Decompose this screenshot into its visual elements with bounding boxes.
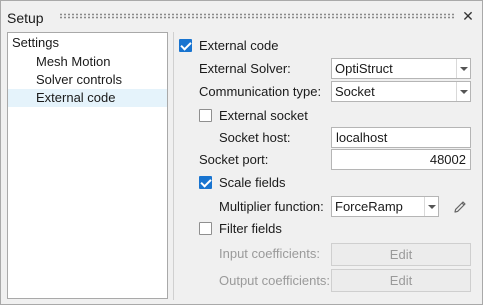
tree-item-solver-controls[interactable]: Solver controls	[8, 71, 167, 89]
tree-item-external-code[interactable]: External code	[8, 89, 167, 107]
filter-fields-row[interactable]: Filter fields	[199, 220, 359, 240]
window-title: Setup	[7, 10, 44, 26]
external-socket-label: External socket	[219, 108, 308, 123]
multiplier-function-label: Multiplier function:	[219, 199, 324, 214]
multiplier-function-select[interactable]: ForceRamp	[331, 196, 439, 217]
external-code-row[interactable]: External code	[179, 38, 379, 58]
title-bar[interactable]: Setup ✕	[1, 1, 482, 31]
panel-splitter[interactable]	[173, 32, 174, 300]
external-socket-checkbox[interactable]	[199, 109, 212, 122]
filter-fields-label: Filter fields	[219, 221, 282, 236]
tree-item-mesh-motion[interactable]: Mesh Motion	[8, 53, 167, 71]
external-solver-label: External Solver:	[199, 61, 291, 76]
communication-type-select[interactable]: Socket	[331, 81, 471, 102]
scale-fields-row[interactable]: Scale fields	[199, 174, 359, 194]
external-code-label: External code	[199, 38, 279, 53]
drag-handle[interactable]	[59, 13, 456, 19]
multiplier-function-value: ForceRamp	[335, 199, 403, 214]
chevron-down-icon[interactable]	[424, 197, 438, 216]
filter-fields-checkbox[interactable]	[199, 222, 212, 235]
input-coefficients-label: Input coefficients:	[219, 246, 320, 261]
communication-type-label: Communication type:	[199, 84, 322, 99]
socket-port-label: Socket port:	[199, 152, 269, 167]
output-coefficients-label: Output coefficients:	[219, 273, 331, 288]
settings-tree: Settings Mesh Motion Solver controls Ext…	[7, 32, 168, 299]
setup-dialog: Setup ✕ Settings Mesh Motion Solver cont…	[0, 0, 483, 305]
socket-host-input[interactable]: localhost	[331, 127, 471, 148]
tree-header[interactable]: Settings	[8, 33, 167, 53]
scale-fields-label: Scale fields	[219, 175, 286, 190]
external-socket-row[interactable]: External socket	[199, 107, 359, 127]
communication-type-value: Socket	[335, 84, 375, 99]
output-coefficients-edit-button[interactable]: Edit	[331, 269, 471, 292]
external-solver-select[interactable]: OptiStruct	[331, 58, 471, 79]
socket-host-label: Socket host:	[219, 130, 291, 145]
chevron-down-icon[interactable]	[456, 82, 470, 101]
close-icon[interactable]: ✕	[460, 8, 476, 24]
external-code-checkbox[interactable]	[179, 39, 192, 52]
chevron-down-icon[interactable]	[456, 59, 470, 78]
socket-port-input[interactable]: 48002	[331, 149, 471, 170]
scale-fields-checkbox[interactable]	[199, 176, 212, 189]
pencil-icon[interactable]	[452, 199, 468, 215]
input-coefficients-edit-button[interactable]: Edit	[331, 243, 471, 266]
external-solver-value: OptiStruct	[335, 61, 393, 76]
